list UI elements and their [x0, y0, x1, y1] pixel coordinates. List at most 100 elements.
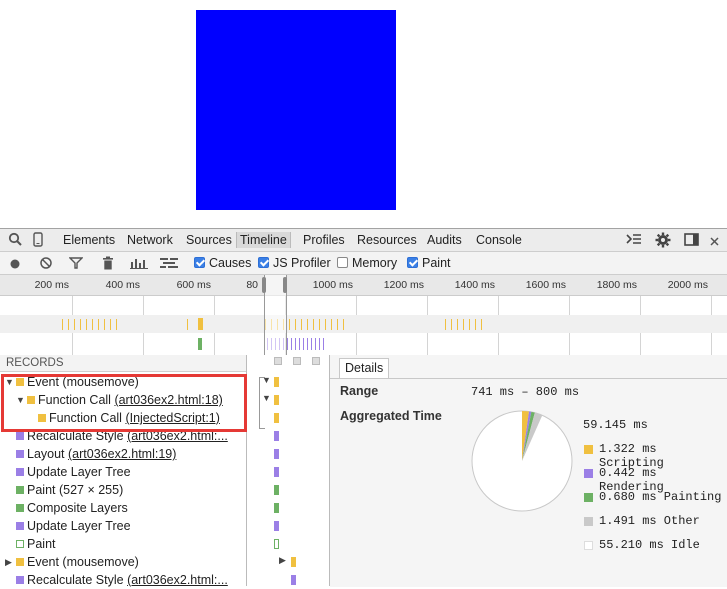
scripting-mark: [289, 319, 290, 330]
tab-network[interactable]: Network: [127, 232, 173, 248]
ruler-tick: 1400 ms: [454, 279, 495, 291]
record-row[interactable]: Update Layer Tree: [0, 517, 246, 535]
record-row[interactable]: Update Layer Tree: [0, 463, 246, 481]
legend-entry-painting: 0.680 ms Painting: [599, 490, 722, 504]
bar-arrow-icon[interactable]: ▶: [279, 555, 286, 566]
legend-swatch-scripting: [584, 445, 593, 454]
js-profiler-checkbox[interactable]: [258, 257, 269, 268]
timeline-toolbar: Causes JS Profiler Memory Paint: [0, 252, 727, 275]
tab-resources[interactable]: Resources: [357, 232, 417, 248]
scripting-mark: [445, 319, 446, 330]
record-bar: [274, 467, 279, 477]
search-icon[interactable]: [8, 232, 23, 250]
tab-audits[interactable]: Audits: [427, 232, 462, 248]
tab-console[interactable]: Console: [476, 232, 522, 248]
scripting-mark: [80, 319, 81, 330]
page-viewport: [0, 0, 727, 228]
record-title: Composite Layers: [27, 501, 128, 515]
details-pane: Details Range 741 ms – 800 ms Aggregated…: [330, 355, 727, 587]
selection-handle-right[interactable]: [283, 277, 287, 293]
record-row[interactable]: Composite Layers: [0, 499, 246, 517]
js-profiler-label: JS Profiler: [273, 256, 331, 270]
scripting-mark: [451, 319, 452, 330]
tab-timeline[interactable]: Timeline: [236, 232, 291, 248]
flame-chart-icon[interactable]: [130, 257, 148, 272]
tab-sources[interactable]: Sources: [186, 232, 232, 248]
scripting-mark: [337, 319, 338, 330]
scripting-mark: [319, 319, 320, 330]
gear-icon[interactable]: [655, 232, 671, 251]
paint-checkbox[interactable]: [407, 257, 418, 268]
rendering-mark: [315, 338, 316, 350]
record-source-link[interactable]: (art036ex2.html:19): [68, 447, 176, 461]
scripting-mark: [331, 319, 332, 330]
dock-side-icon[interactable]: [684, 233, 699, 249]
scripting-mark: [62, 319, 63, 330]
overview-mode-icon[interactable]: [160, 257, 178, 272]
causes-label: Causes: [209, 256, 252, 270]
scripting-mark: [469, 319, 470, 330]
record-title: Recalculate Style (art036ex2.html:...: [27, 573, 228, 587]
memory-checkbox[interactable]: [337, 257, 348, 268]
record-row[interactable]: Paint: [0, 535, 246, 553]
collapse-arrow-icon[interactable]: ▶: [5, 553, 12, 571]
record-row[interactable]: ▶ Event (mousemove): [0, 553, 246, 571]
blue-square: [196, 10, 396, 210]
rendering-mark: [303, 338, 304, 350]
record-category-icon: [16, 522, 24, 530]
painting-mark: [198, 338, 202, 350]
record-category-icon: [16, 432, 24, 440]
scripting-mark: [307, 319, 308, 330]
record-title: Paint: [27, 537, 56, 551]
record-bar: [274, 395, 279, 405]
timeline-overview[interactable]: 200 ms 400 ms 600 ms 80 1000 ms 1200 ms …: [0, 275, 727, 355]
ruler-tick: 1000 ms: [312, 279, 353, 291]
ruler-tick: 80: [246, 279, 258, 291]
filter-icon[interactable]: [68, 257, 84, 272]
legend-swatch-other: [584, 517, 593, 526]
record-bar: [274, 431, 279, 441]
bar-arrow-icon[interactable]: ▼: [262, 375, 271, 385]
records-bars-pane: ▼ ▼ ▶: [247, 355, 339, 586]
ruler-tick: 1600 ms: [525, 279, 566, 291]
rendering-mark: [295, 338, 296, 350]
record-row[interactable]: Layout (art036ex2.html:19): [0, 445, 246, 463]
record-row[interactable]: Recalculate Style (art036ex2.html:...: [0, 571, 246, 589]
legend-entry-other: 1.491 ms Other: [599, 514, 700, 528]
details-body: Range 741 ms – 800 ms Aggregated Time 59…: [330, 378, 727, 587]
rendering-mark: [291, 338, 292, 350]
details-tab[interactable]: Details: [339, 358, 390, 378]
record-category-icon: [16, 558, 24, 566]
scripting-mark: [92, 319, 93, 330]
bar-arrow-icon[interactable]: ▼: [262, 393, 271, 403]
tab-elements[interactable]: Elements: [63, 232, 115, 248]
causes-checkbox[interactable]: [194, 257, 205, 268]
close-icon[interactable]: [710, 235, 719, 249]
record-bar: [274, 449, 279, 459]
show-drawer-icon[interactable]: [626, 233, 642, 249]
devtools-panel: Elements Network Sources Timeline Profil…: [0, 228, 727, 589]
paint-label: Paint: [422, 256, 451, 270]
aggregated-time-pie: [471, 410, 573, 512]
record-category-icon: [16, 504, 24, 512]
rendering-mark: [299, 338, 300, 350]
device-mode-icon[interactable]: [33, 232, 43, 250]
record-row[interactable]: Paint (527 × 255): [0, 481, 246, 499]
record-title: Update Layer Tree: [27, 465, 131, 479]
scripting-mark: [68, 319, 69, 330]
record-title: Event (mousemove): [27, 555, 139, 569]
record-bar: [274, 521, 279, 531]
record-icon[interactable]: [10, 258, 20, 272]
ruler-tick: 1800 ms: [596, 279, 637, 291]
selection-handle-left[interactable]: [262, 277, 266, 293]
scripting-mark: [86, 319, 87, 330]
aggregated-time-label: Aggregated Time: [340, 409, 442, 423]
scripting-mark: [110, 319, 111, 330]
tab-profiles[interactable]: Profiles: [303, 232, 345, 248]
clear-icon[interactable]: [40, 257, 52, 272]
column-marker: [293, 357, 301, 365]
garbage-collect-icon[interactable]: [102, 256, 114, 273]
memory-label: Memory: [352, 256, 398, 270]
scripting-mark: [475, 319, 476, 330]
record-category-icon: [16, 450, 24, 458]
